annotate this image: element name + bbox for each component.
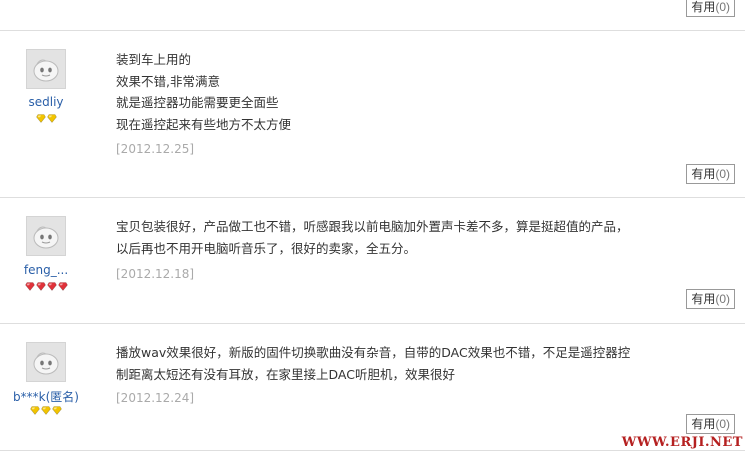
divider xyxy=(0,450,745,451)
gem-icon xyxy=(24,282,35,291)
gem-icon xyxy=(41,406,51,415)
gem-icon xyxy=(52,406,62,415)
gem-icon xyxy=(35,114,46,123)
useful-count: (0) xyxy=(715,0,730,14)
review-line: 以后再也不用开电脑听音乐了，很好的卖家，全五分。 xyxy=(116,240,417,256)
avatar xyxy=(26,216,66,256)
avatar xyxy=(26,49,66,89)
previous-review-tail: 有用(0) xyxy=(0,0,745,30)
buyer-level xyxy=(0,282,92,294)
avatar xyxy=(26,342,66,382)
username[interactable]: sedliy xyxy=(0,95,92,109)
review-line: 播放wav效果很好，新版的固件切换歌曲没有杂音，自带的DAC效果也不错，不足是遥… xyxy=(116,345,631,360)
default-avatar-icon xyxy=(33,226,59,249)
site-watermark: WWW.ERJI.NET xyxy=(621,435,743,450)
username[interactable]: b***k(匿名) xyxy=(0,388,92,405)
gem-icon xyxy=(46,282,57,291)
buyer-level xyxy=(0,114,92,126)
review-item: feng_... 宝贝包装很好，产品做工也不错，听感跟我以前电脑加外置声卡差不多… xyxy=(0,198,745,322)
default-avatar-icon xyxy=(33,59,59,82)
review-line: 就是遥控器功能需要更全面些 xyxy=(116,95,279,110)
review-item: sedliy 装到车上用的 效果不错,非常满意 就是遥控器功能需要更全面些 现在… xyxy=(0,31,745,196)
useful-count: (0) xyxy=(715,292,730,306)
gem-icon xyxy=(30,406,40,415)
useful-label: 有用 xyxy=(691,167,716,181)
review-line: 现在遥控起来有些地方不太方便 xyxy=(116,116,292,132)
buyer-level xyxy=(0,406,92,418)
review-line: 制距离太短还有没有耳放，在家里接上DAC听胆机，效果很好 xyxy=(116,366,455,382)
gem-icon xyxy=(35,282,46,291)
default-avatar-icon xyxy=(33,352,59,375)
review-text: 播放wav效果很好，新版的固件切换歌曲没有杂音，自带的DAC效果也不错，不足是遥… xyxy=(116,342,630,385)
username[interactable]: feng_... xyxy=(0,263,92,277)
useful-label: 有用 xyxy=(691,292,716,306)
review-line: 效果不错,非常满意 xyxy=(116,73,220,89)
useful-label: 有用 xyxy=(691,417,716,431)
review-line: 装到车上用的 xyxy=(116,52,192,67)
useful-count: (0) xyxy=(715,417,730,431)
review-text: 宝贝包装很好，产品做工也不错，听感跟我以前电脑加外置声卡差不多，算是挺超值的产品… xyxy=(116,216,629,259)
gem-icon xyxy=(57,282,68,291)
gem-icon xyxy=(46,114,57,123)
review-date: [2012.12.18] xyxy=(116,267,195,281)
useful-button[interactable]: 有用(0) xyxy=(686,0,735,17)
review-date: [2012.12.25] xyxy=(116,142,195,156)
review-text: 装到车上用的 效果不错,非常满意 就是遥控器功能需要更全面些 现在遥控起来有些地… xyxy=(116,49,291,135)
review-item: b***k(匿名) 播放wav效果很好，新版的固件切换歌曲没有杂音，自带的DAC… xyxy=(0,324,745,450)
useful-button[interactable]: 有用(0) xyxy=(686,414,735,434)
review-date: [2012.12.24] xyxy=(116,391,195,405)
review-line: 宝贝包装很好，产品做工也不错，听感跟我以前电脑加外置声卡差不多，算是挺超值的产品… xyxy=(116,219,629,234)
useful-label: 有用 xyxy=(691,0,716,14)
useful-button[interactable]: 有用(0) xyxy=(686,289,735,309)
useful-count: (0) xyxy=(715,167,730,181)
useful-button[interactable]: 有用(0) xyxy=(686,164,735,184)
